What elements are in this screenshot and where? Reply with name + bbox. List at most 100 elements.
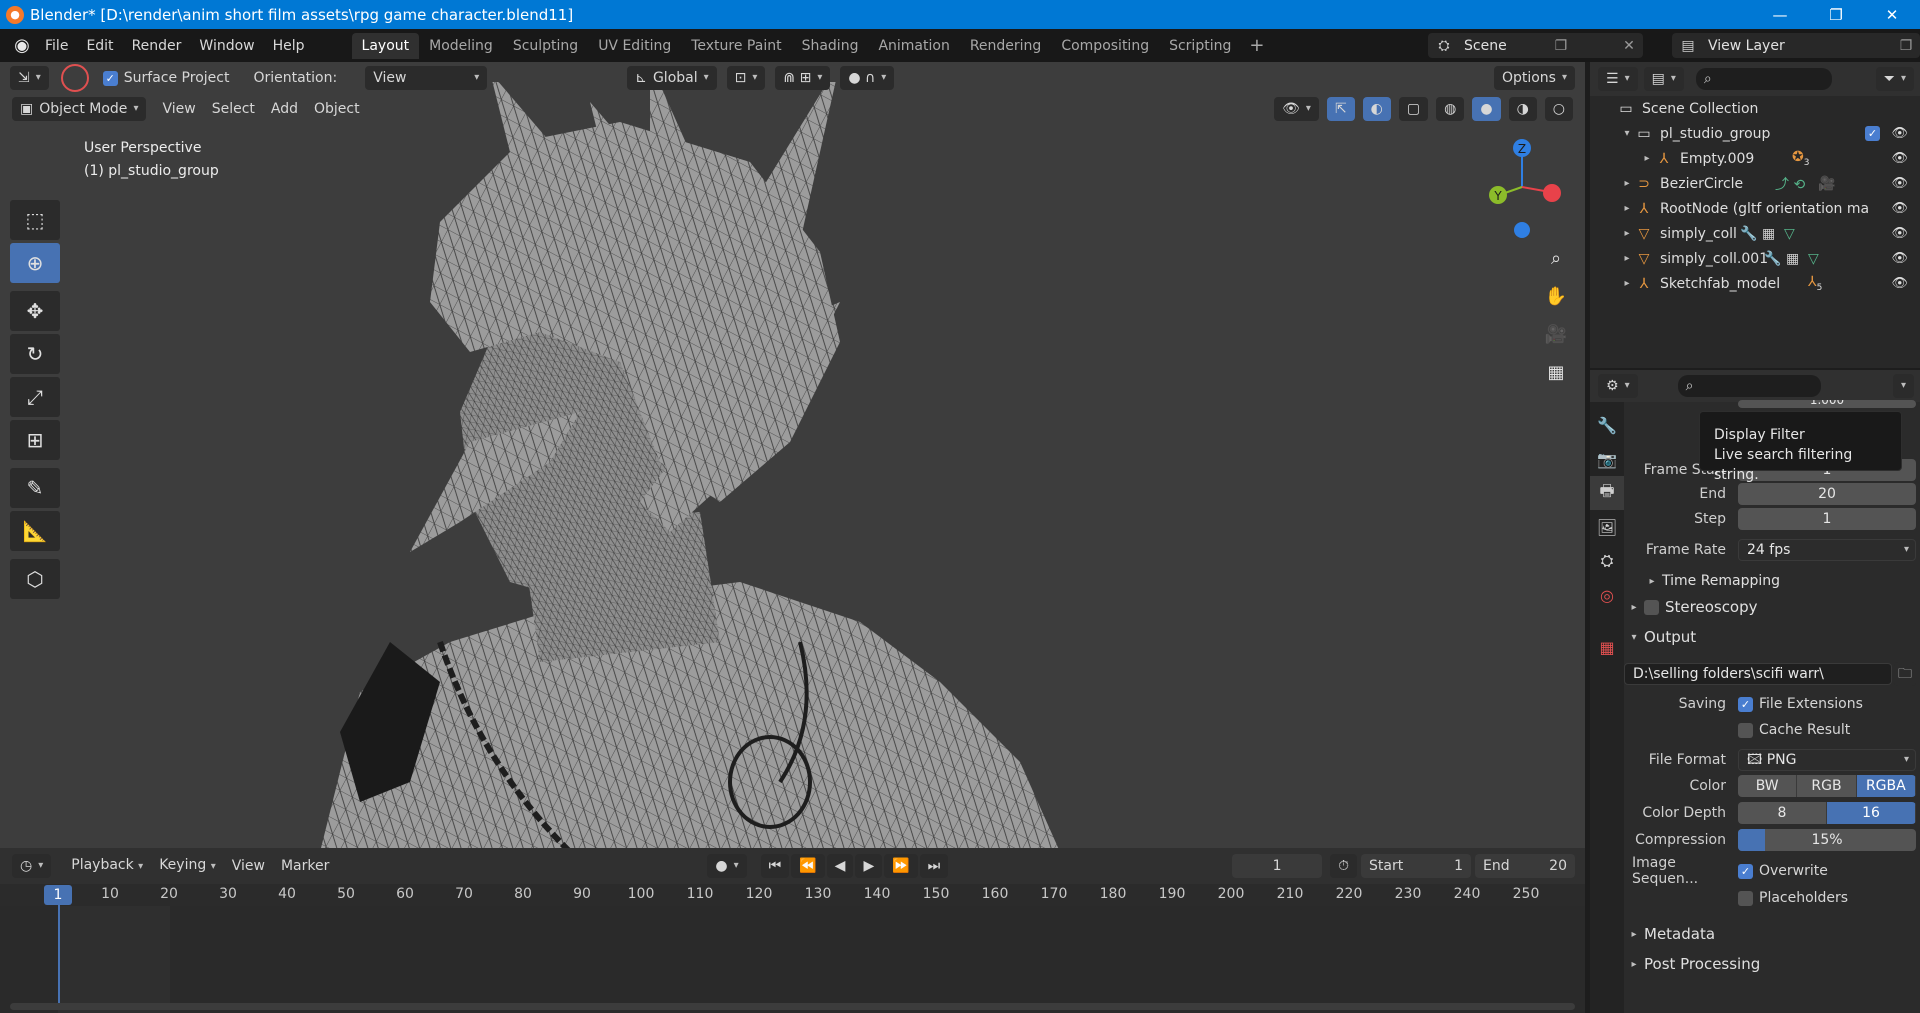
- add-cube-tool-icon[interactable]: ⬡: [10, 559, 60, 599]
- visibility-eye-icon[interactable]: 👁: [1891, 151, 1908, 166]
- cache-result-checkbox[interactable]: [1738, 722, 1753, 738]
- outliner-item-pl-studio-group[interactable]: ▾ ▭ pl_studio_group ✓ 👁: [1590, 121, 1920, 146]
- view-layer-tab-icon[interactable]: 🖼: [1590, 510, 1624, 544]
- visibility-eye-icon[interactable]: 👁: [1891, 201, 1908, 216]
- expand-arrow-icon[interactable]: ▸: [1620, 178, 1634, 189]
- output-tab-icon[interactable]: 🖶: [1590, 476, 1624, 510]
- visibility-eye-icon[interactable]: 👁: [1891, 176, 1908, 191]
- current-frame-field[interactable]: 1: [1232, 854, 1323, 878]
- proportional-editing-icon[interactable]: ● ∩ ▾: [840, 66, 895, 90]
- snap-magnet-icon[interactable]: ⋒ ⊞ ▾: [775, 66, 831, 90]
- expand-arrow-icon[interactable]: ▸: [1620, 228, 1634, 239]
- jump-end-icon[interactable]: ⏭: [919, 854, 949, 878]
- scene-selector[interactable]: ⛭ Scene ❐ ✕: [1428, 33, 1643, 58]
- outliner-item-sketchfab-model[interactable]: ▸ ⅄ Sketchfab_model ⅄5 👁: [1590, 271, 1920, 296]
- partial-field[interactable]: 1.000: [1738, 400, 1916, 408]
- select-box-tool-icon[interactable]: ⬚: [10, 200, 60, 240]
- post-processing-panel[interactable]: ▸ Post Processing: [1624, 952, 1920, 976]
- expand-arrow-icon[interactable]: ▸: [1620, 278, 1634, 289]
- tab-modeling[interactable]: Modeling: [419, 33, 503, 59]
- scene-tab-icon[interactable]: ⛭: [1590, 544, 1624, 578]
- exclude-checkbox[interactable]: ✓: [1865, 126, 1880, 141]
- depth-16-option[interactable]: 16: [1827, 802, 1916, 824]
- add-workspace-button[interactable]: +: [1241, 33, 1272, 59]
- visibility-eye-icon[interactable]: 👁: [1891, 126, 1908, 141]
- output-panel[interactable]: ▾ Output: [1624, 625, 1920, 649]
- menu-file[interactable]: File: [36, 33, 77, 59]
- timeline-menu-playback[interactable]: Playback ▾: [63, 853, 151, 879]
- visibility-eye-icon[interactable]: 👁: [1891, 226, 1908, 241]
- tool-tab-icon[interactable]: 🔧: [1590, 408, 1624, 442]
- outliner-item-simply-coll-001[interactable]: ▸ ▽ simply_coll.001 🔧 ▦ ▽ 👁: [1590, 246, 1920, 271]
- output-path-input[interactable]: D:\selling folders\scifi warr\: [1624, 663, 1892, 685]
- shading-solid-icon[interactable]: ●: [1472, 97, 1501, 121]
- minimize-button[interactable]: —: [1752, 0, 1808, 29]
- timeline-scrollbar[interactable]: [10, 1003, 1575, 1010]
- depth-8-option[interactable]: 8: [1738, 802, 1827, 824]
- shading-material-icon[interactable]: ◑: [1508, 97, 1537, 121]
- viewport-menu-select[interactable]: Select: [204, 97, 263, 121]
- outliner-scene-collection[interactable]: ▭ Scene Collection: [1590, 96, 1920, 121]
- tab-scripting[interactable]: Scripting: [1159, 33, 1241, 59]
- texture-tab-icon[interactable]: ▦: [1590, 630, 1624, 664]
- visibility-eye-icon[interactable]: 👁: [1891, 276, 1908, 291]
- menu-window[interactable]: Window: [190, 33, 263, 59]
- tab-shading[interactable]: Shading: [792, 33, 869, 59]
- cursor-tool-button-icon[interactable]: ⊕: [10, 243, 60, 283]
- annotate-tool-icon[interactable]: ✎: [10, 468, 60, 508]
- expand-arrow-icon[interactable]: ▸: [1620, 203, 1634, 214]
- tab-animation[interactable]: Animation: [868, 33, 959, 59]
- rotate-tool-icon[interactable]: ↻: [10, 334, 60, 374]
- viewport-menu-object[interactable]: Object: [306, 97, 368, 121]
- viewport-menu-add[interactable]: Add: [263, 97, 306, 121]
- visibility-eye-icon[interactable]: 👁 ▾: [1274, 97, 1319, 121]
- menu-help[interactable]: Help: [264, 33, 314, 59]
- timeline-ruler[interactable]: 10 20 30 40 50 60 70 80 90 100 110 120 130 140 150 160 1…: [0, 884, 1585, 906]
- file-extensions-checkbox[interactable]: ✓: [1738, 696, 1753, 712]
- expand-arrow-icon[interactable]: ▸: [1640, 153, 1654, 164]
- frame-end-field[interactable]: 20: [1738, 483, 1916, 505]
- outliner-item-rootnode[interactable]: ▸ ⅄ RootNode (gltf orientation ma 👁: [1590, 196, 1920, 221]
- stereoscopy-panel[interactable]: ▸ Stereoscopy: [1624, 595, 1920, 619]
- outliner-editor-type-icon[interactable]: ☰ ▾: [1598, 67, 1638, 91]
- view-layer-selector[interactable]: ▤ View Layer ❐: [1672, 33, 1920, 58]
- outliner-item-beziercircle[interactable]: ▸ ⊃ BezierCircle ⤴ ⟲ 🎥 👁: [1590, 171, 1920, 196]
- transform-orientation-dropdown[interactable]: ⊾ Global ▾: [627, 66, 717, 90]
- menu-edit[interactable]: Edit: [77, 33, 122, 59]
- stopwatch-icon[interactable]: ⏱: [1330, 854, 1357, 878]
- next-keyframe-icon[interactable]: ⏩: [884, 854, 918, 878]
- color-rgb-option[interactable]: RGB: [1797, 775, 1857, 797]
- timeline-menu-marker[interactable]: Marker: [273, 854, 337, 878]
- shading-wireframe-icon[interactable]: ◍: [1436, 97, 1465, 121]
- navigation-gizmo[interactable]: Z Y: [1470, 132, 1580, 242]
- menu-render[interactable]: Render: [123, 33, 191, 59]
- color-bw-option[interactable]: BW: [1738, 775, 1798, 797]
- time-remapping-subpanel[interactable]: ▸ Time Remapping: [1642, 569, 1920, 593]
- viewport-menu-view[interactable]: View: [154, 97, 203, 121]
- ortho-grid-icon[interactable]: ▦: [1540, 356, 1572, 388]
- maximize-button[interactable]: ❐: [1808, 0, 1864, 29]
- tab-compositing[interactable]: Compositing: [1051, 33, 1159, 59]
- transform-tool-icon[interactable]: ⊞: [10, 420, 60, 460]
- folder-icon[interactable]: 🗀: [1894, 662, 1916, 686]
- compression-slider[interactable]: 15%: [1738, 829, 1916, 851]
- camera-view-icon[interactable]: 🎥: [1540, 318, 1572, 350]
- placeholders-checkbox[interactable]: [1738, 890, 1753, 906]
- properties-editor-type-icon[interactable]: ⚙ ▾: [1598, 374, 1638, 398]
- move-tool-icon[interactable]: ✥: [10, 291, 60, 331]
- pivot-point-icon[interactable]: ⊡ ▾: [726, 66, 766, 90]
- outliner-search-input[interactable]: ⌕: [1695, 68, 1832, 90]
- filter-funnel-icon[interactable]: ⏷ ▾: [1875, 67, 1914, 91]
- new-view-layer-icon[interactable]: ❐: [1892, 38, 1920, 54]
- xray-toggle-icon[interactable]: ▢: [1398, 97, 1429, 121]
- timeline-menu-view[interactable]: View: [224, 854, 273, 878]
- zoom-icon[interactable]: ⌕: [1540, 242, 1572, 274]
- metadata-panel[interactable]: ▸ Metadata: [1624, 922, 1920, 946]
- tab-layout[interactable]: Layout: [351, 32, 420, 59]
- tab-texture-paint[interactable]: Texture Paint: [681, 33, 791, 59]
- expand-arrow-icon[interactable]: ▾: [1620, 128, 1634, 139]
- pan-hand-icon[interactable]: ✋: [1540, 280, 1572, 312]
- color-rgba-option[interactable]: RGBA: [1856, 775, 1916, 797]
- orientation-dropdown[interactable]: View ▾: [365, 66, 488, 90]
- close-button[interactable]: ✕: [1864, 0, 1920, 29]
